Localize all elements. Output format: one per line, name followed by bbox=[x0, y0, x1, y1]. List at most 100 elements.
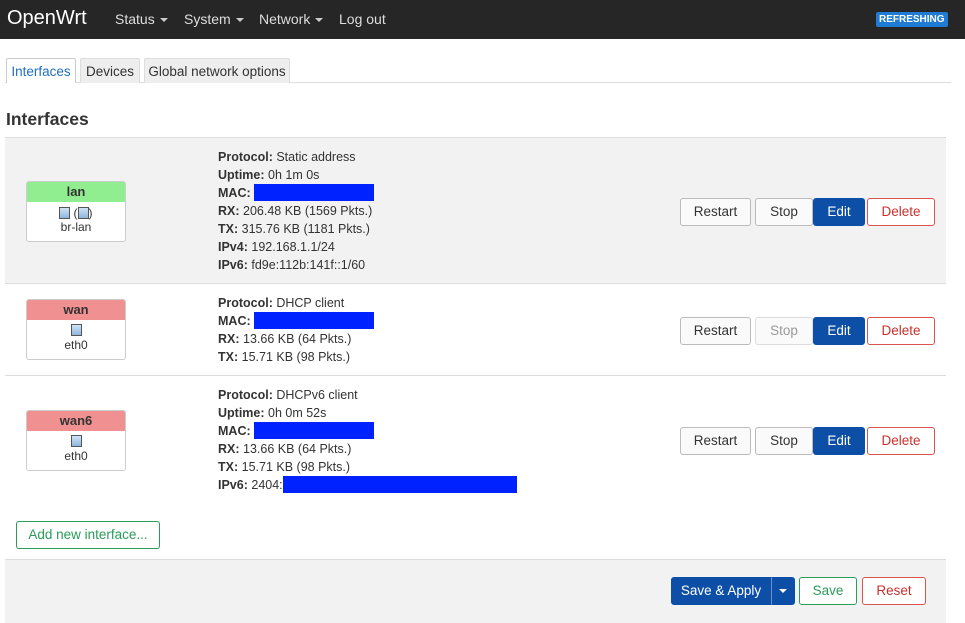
chevron-down-icon bbox=[235, 18, 244, 22]
redacted-mac bbox=[254, 422, 375, 439]
redacted-mac bbox=[254, 312, 375, 329]
menu-status-label: Status bbox=[115, 11, 155, 27]
brand-logo[interactable]: OpenWrt bbox=[7, 7, 87, 30]
detail-label: Protocol: bbox=[218, 388, 273, 402]
interface-row-wan6: wan6 eth0 Protocol: DHCPv6 client Uptime… bbox=[5, 375, 946, 505]
menu-network-label: Network bbox=[259, 11, 311, 27]
save-apply-dropdown-toggle[interactable] bbox=[771, 577, 795, 605]
restart-button[interactable]: Restart bbox=[680, 427, 751, 455]
interface-row-wan: wan eth0 Protocol: DHCP client MAC: RX: … bbox=[5, 283, 946, 375]
page-title: Interfaces bbox=[6, 109, 89, 129]
ethernet-port-icon bbox=[77, 207, 89, 219]
menu-status[interactable]: Status bbox=[115, 11, 168, 27]
interface-device: br-lan bbox=[60, 220, 92, 234]
edit-button[interactable]: Edit bbox=[813, 317, 865, 345]
tab-interfaces[interactable]: Interfaces bbox=[6, 58, 76, 83]
detail-rx: RX: 13.66 KB (64 Pkts.) bbox=[218, 330, 374, 348]
stop-button[interactable]: Stop bbox=[755, 427, 813, 455]
detail-value: DHCPv6 client bbox=[276, 388, 358, 402]
save-apply-button[interactable]: Save & Apply bbox=[671, 577, 771, 605]
device-icons bbox=[27, 431, 125, 450]
stop-button[interactable]: Stop bbox=[755, 317, 813, 345]
refreshing-badge[interactable]: REFRESHING bbox=[876, 12, 948, 27]
delete-button[interactable]: Delete bbox=[867, 317, 935, 345]
detail-value: Static address bbox=[276, 150, 356, 164]
menu-network[interactable]: Network bbox=[259, 11, 324, 27]
detail-value: 206.48 KB (1569 Pkts.) bbox=[243, 204, 373, 218]
detail-value: 315.76 KB (1181 Pkts.) bbox=[241, 222, 370, 236]
detail-mac: MAC: bbox=[218, 422, 517, 440]
detail-protocol: Protocol: DHCPv6 client bbox=[218, 386, 517, 404]
delete-button[interactable]: Delete bbox=[867, 427, 935, 455]
detail-label: RX: bbox=[218, 442, 240, 456]
detail-value: 15.71 KB (98 Pkts.) bbox=[241, 350, 351, 364]
detail-protocol: Protocol: Static address bbox=[218, 148, 374, 166]
interface-badge-wan6[interactable]: wan6 eth0 bbox=[26, 410, 126, 471]
ethernet-port-icon bbox=[70, 435, 82, 448]
menu-system-label: System bbox=[184, 11, 231, 27]
tab-global-network-options[interactable]: Global network options bbox=[144, 58, 290, 83]
detail-value: 0h 1m 0s bbox=[268, 168, 320, 182]
interface-device: eth0 bbox=[64, 338, 88, 352]
detail-value: 13.66 KB (64 Pkts.) bbox=[243, 332, 352, 346]
detail-mac: MAC: bbox=[218, 312, 375, 330]
chevron-down-icon bbox=[779, 589, 787, 593]
save-button[interactable]: Save bbox=[799, 577, 857, 605]
delete-button[interactable]: Delete bbox=[867, 198, 935, 226]
restart-button[interactable]: Restart bbox=[680, 317, 751, 345]
interface-details: Protocol: Static address Uptime: 0h 1m 0… bbox=[218, 148, 375, 274]
detail-rx: RX: 13.66 KB (64 Pkts.) bbox=[218, 440, 517, 458]
redacted-mac bbox=[254, 184, 375, 201]
interface-details: Protocol: DHCPv6 client Uptime: 0h 0m 52… bbox=[218, 386, 517, 494]
add-interface-button[interactable]: Add new interface... bbox=[16, 521, 160, 549]
detail-label: MAC: bbox=[218, 424, 251, 438]
menu-logout[interactable]: Log out bbox=[339, 11, 386, 27]
detail-tx: TX: 315.76 KB (1181 Pkts.) bbox=[218, 220, 374, 238]
detail-value: 13.66 KB (64 Pkts.) bbox=[243, 442, 352, 456]
bridge-icon bbox=[59, 207, 71, 219]
edit-button[interactable]: Edit bbox=[813, 427, 865, 455]
detail-uptime: Uptime: 0h 1m 0s bbox=[218, 166, 374, 184]
interface-name: wan bbox=[27, 300, 125, 320]
detail-rx: RX: 206.48 KB (1569 Pkts.) bbox=[218, 202, 374, 220]
detail-label: RX: bbox=[218, 332, 240, 346]
stop-button[interactable]: Stop bbox=[755, 198, 813, 226]
detail-label: TX: bbox=[218, 460, 239, 474]
restart-button[interactable]: Restart bbox=[680, 198, 751, 226]
detail-mac: MAC: bbox=[218, 184, 375, 202]
detail-tx: TX: 15.71 KB (98 Pkts.) bbox=[218, 348, 374, 366]
detail-value: 15.71 KB (98 Pkts.) bbox=[241, 460, 351, 474]
paren-close: ) bbox=[88, 206, 93, 220]
detail-label: Protocol: bbox=[218, 150, 273, 164]
edit-button[interactable]: Edit bbox=[813, 198, 865, 226]
detail-label: TX: bbox=[218, 222, 239, 236]
detail-value: 2404: bbox=[251, 478, 283, 492]
detail-label: Protocol: bbox=[218, 296, 273, 310]
tab-devices[interactable]: Devices bbox=[80, 58, 140, 83]
menu-system[interactable]: System bbox=[184, 11, 244, 27]
device-icons: () bbox=[27, 202, 125, 221]
detail-label: Uptime: bbox=[218, 406, 265, 420]
reset-button[interactable]: Reset bbox=[862, 577, 926, 605]
detail-value: DHCP client bbox=[276, 296, 345, 310]
ethernet-port-icon bbox=[70, 324, 82, 337]
detail-label: IPv4: bbox=[218, 240, 248, 254]
detail-label: Uptime: bbox=[218, 168, 265, 182]
interface-name: lan bbox=[27, 182, 125, 202]
interface-badge-wan[interactable]: wan eth0 bbox=[26, 299, 126, 360]
detail-value: 0h 0m 52s bbox=[268, 406, 327, 420]
navbar: OpenWrt Status System Network Log out RE… bbox=[0, 0, 965, 39]
chevron-down-icon bbox=[315, 18, 324, 22]
detail-uptime: Uptime: 0h 0m 52s bbox=[218, 404, 517, 422]
device-icons bbox=[27, 320, 125, 339]
detail-ipv6: IPv6: fd9e:112b:141f::1/60 bbox=[218, 256, 374, 274]
interface-details: Protocol: DHCP client MAC: RX: 13.66 KB … bbox=[218, 294, 375, 366]
detail-value: 192.168.1.1/24 bbox=[251, 240, 335, 254]
detail-label: RX: bbox=[218, 204, 240, 218]
detail-tx: TX: 15.71 KB (98 Pkts.) bbox=[218, 458, 517, 476]
interface-name: wan6 bbox=[27, 411, 125, 431]
detail-value: fd9e:112b:141f::1/60 bbox=[251, 258, 366, 272]
detail-label: MAC: bbox=[218, 186, 251, 200]
detail-protocol: Protocol: DHCP client bbox=[218, 294, 374, 312]
interface-badge-lan[interactable]: lan () br-lan bbox=[26, 181, 126, 242]
